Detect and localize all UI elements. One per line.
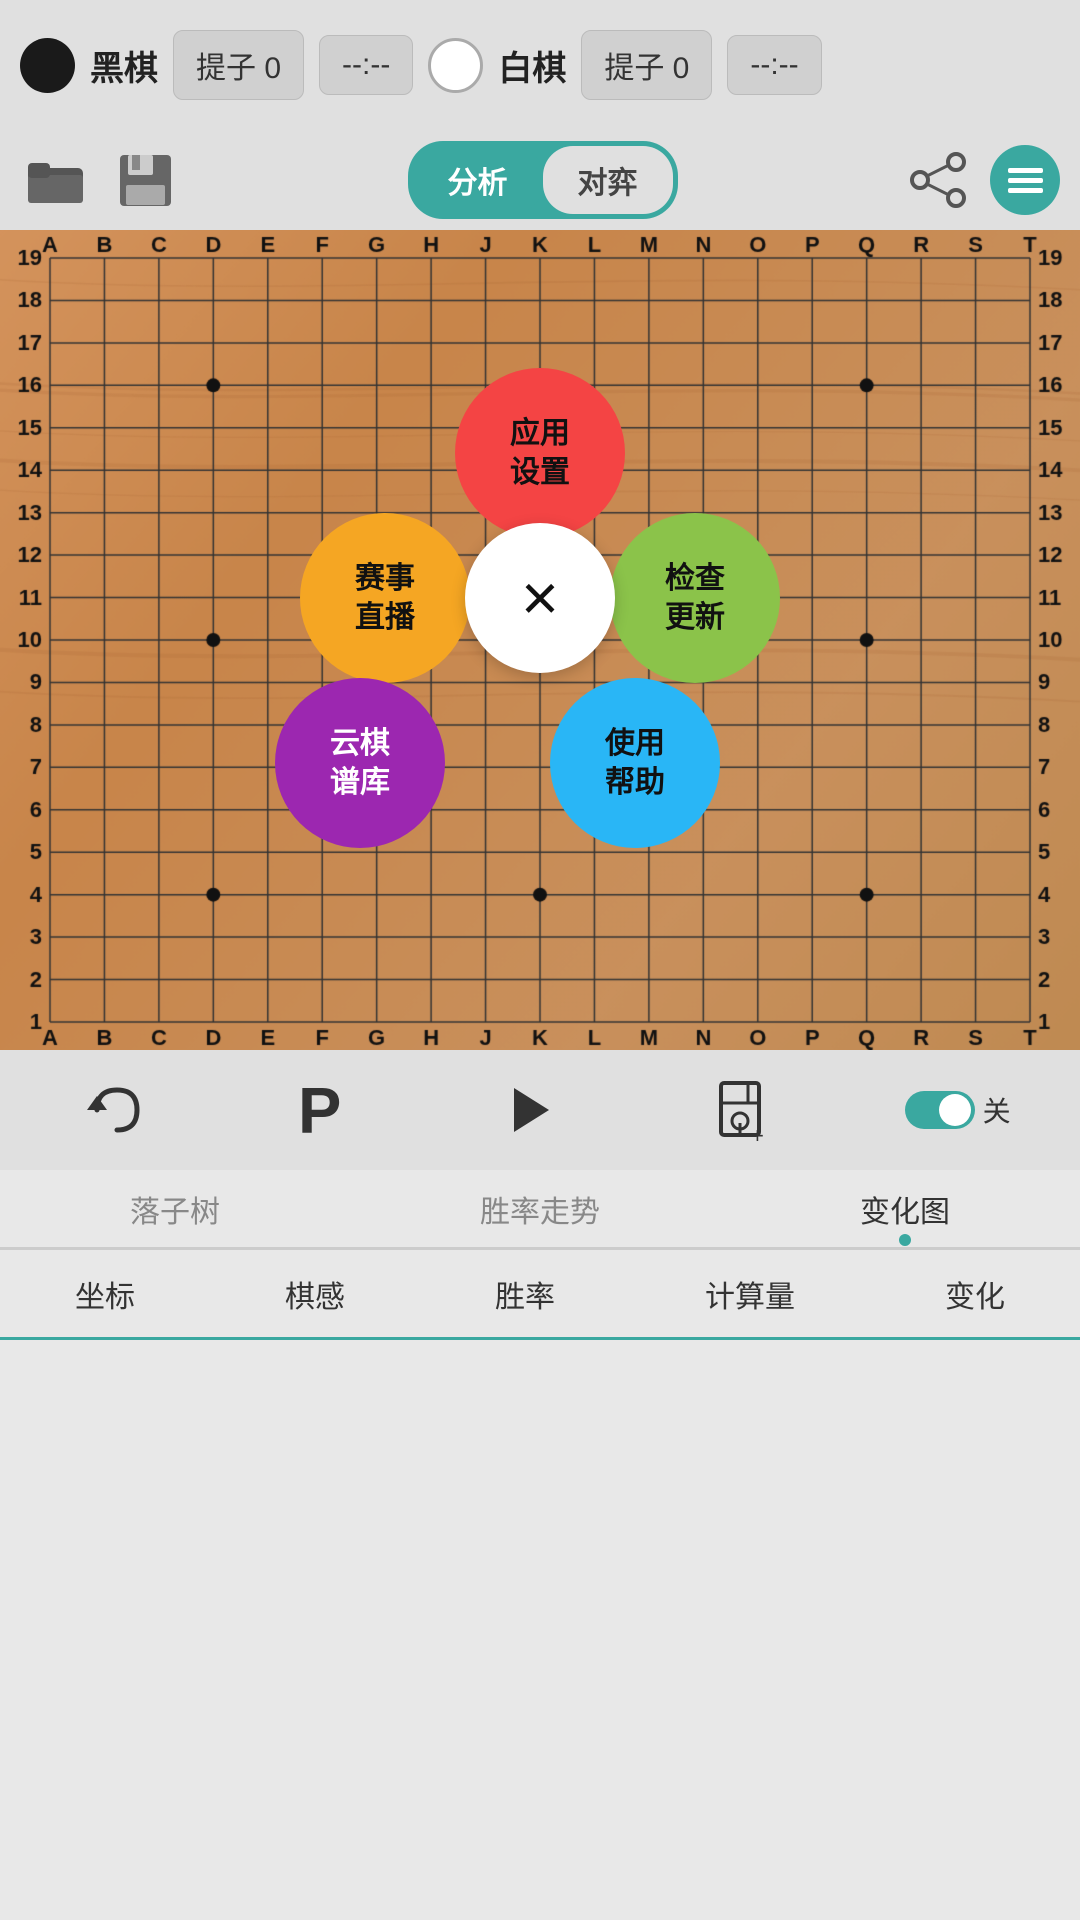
settings-label: 应用 设置 (510, 414, 570, 492)
detail-tab-coords[interactable]: 坐标 (75, 1272, 135, 1316)
toggle-switch[interactable] (905, 1091, 975, 1129)
mode-toggle[interactable]: 分析 对弈 (408, 141, 678, 219)
svg-text:+: + (751, 1123, 764, 1143)
help-button[interactable]: 使用 帮助 (550, 678, 720, 848)
detail-tab-winrate[interactable]: 胜率 (495, 1272, 555, 1316)
pass-button[interactable]: P (278, 1065, 368, 1155)
save-button[interactable] (110, 145, 180, 215)
mode-play[interactable]: 对弈 (543, 146, 673, 214)
white-time: --:-- (727, 35, 821, 95)
black-time: --:-- (319, 35, 413, 95)
tab-move-tree[interactable]: 落子树 (130, 1177, 220, 1241)
toolbar: 分析 对弈 (0, 130, 1080, 230)
tab-variations[interactable]: 变化图 (860, 1177, 950, 1241)
detail-tab-variation[interactable]: 变化 (945, 1272, 1005, 1316)
broadcast-button[interactable]: 赛事 直播 (300, 513, 470, 683)
black-stone-icon (20, 38, 75, 93)
svg-text:P: P (298, 1078, 341, 1143)
toggle-row: 关 (905, 1090, 1011, 1130)
broadcast-label: 赛事 直播 (355, 559, 415, 637)
close-button[interactable]: × (465, 523, 615, 673)
cloud-button[interactable]: 云棋 谱库 (275, 678, 445, 848)
menu-button[interactable] (990, 145, 1060, 215)
forward-button[interactable] (487, 1065, 577, 1155)
update-label: 检查 更新 (665, 559, 725, 637)
toggle-label: 关 (983, 1090, 1011, 1130)
mode-analysis[interactable]: 分析 (413, 146, 543, 214)
analysis-tabs: 落子树 胜率走势 变化图 (0, 1170, 1080, 1250)
update-button[interactable]: 检查 更新 (610, 513, 780, 683)
open-folder-button[interactable] (20, 145, 90, 215)
undo-button[interactable] (69, 1065, 159, 1155)
share-button[interactable] (905, 148, 970, 213)
content-area (0, 1340, 1080, 1740)
close-symbol: × (521, 556, 559, 641)
board-container[interactable]: 应用 设置 赛事 直播 检查 更新 云棋 谱库 使用 帮助 × (0, 230, 1080, 1050)
help-label: 使用 帮助 (605, 724, 665, 802)
white-label: 白棋 (498, 41, 566, 90)
detail-tab-compute[interactable]: 计算量 (705, 1272, 795, 1316)
black-label: 黑棋 (90, 41, 158, 90)
cloud-label: 云棋 谱库 (330, 724, 390, 802)
settings-button[interactable]: 应用 设置 (455, 368, 625, 538)
white-capture-box: 提子 0 (581, 30, 712, 100)
header: 黑棋 提子 0 --:-- 白棋 提子 0 --:-- (0, 0, 1080, 130)
white-stone-icon (428, 38, 483, 93)
tab-winrate-trend[interactable]: 胜率走势 (480, 1177, 600, 1241)
bookmark-button[interactable]: + (696, 1065, 786, 1155)
detail-tabs: 坐标 棋感 胜率 计算量 变化 (0, 1250, 1080, 1340)
black-capture-box: 提子 0 (173, 30, 304, 100)
detail-tab-intuition[interactable]: 棋感 (285, 1272, 345, 1316)
bottom-controls: P + 关 (0, 1050, 1080, 1170)
